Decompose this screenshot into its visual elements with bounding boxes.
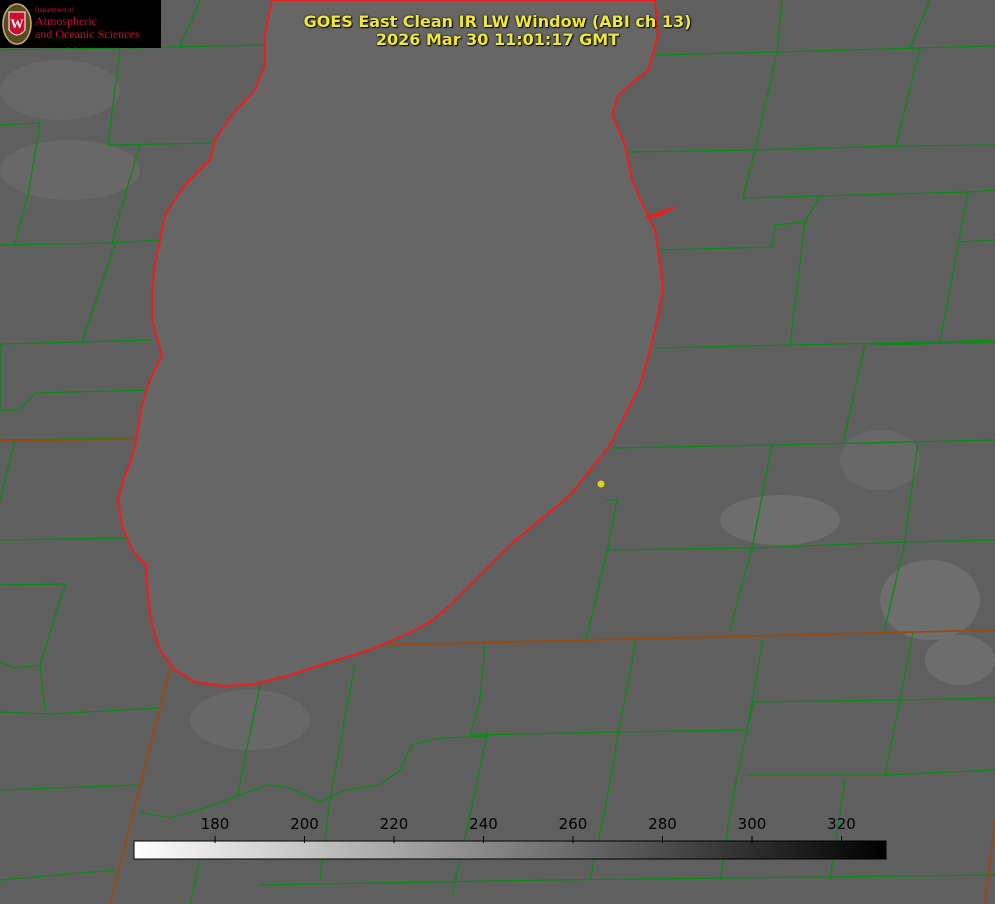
colorbar-tick-label: 300 [737,815,767,833]
uw-crest-icon: W [2,3,32,45]
colorbar-tick-label: 240 [469,815,498,833]
logo-org-line-2: and Oceanic Sciences [35,27,140,41]
colorbar-tick-label: 180 [200,815,230,833]
logo-org-name: Atmospheric and Oceanic Sciences [35,15,140,41]
map-canvas [0,0,995,904]
crest-letter: W [11,16,24,31]
colorbar-tick-label: 280 [648,815,677,833]
satellite-map-view: 180 200 220 240 260 280 300 320 GOES East Clean… [0,0,995,904]
colorbar-tick-label: 320 [827,815,856,833]
colorbar [133,840,887,860]
colorbar-tick-label: 260 [558,815,588,833]
aos-logo: W Department of Atmospheric and Oceanic … [0,0,161,48]
logo-org-line-1: Atmospheric [35,14,97,28]
colorbar-tick-label: 220 [379,815,409,833]
colorbar-tick-label: 200 [290,815,319,833]
location-marker [597,480,605,488]
